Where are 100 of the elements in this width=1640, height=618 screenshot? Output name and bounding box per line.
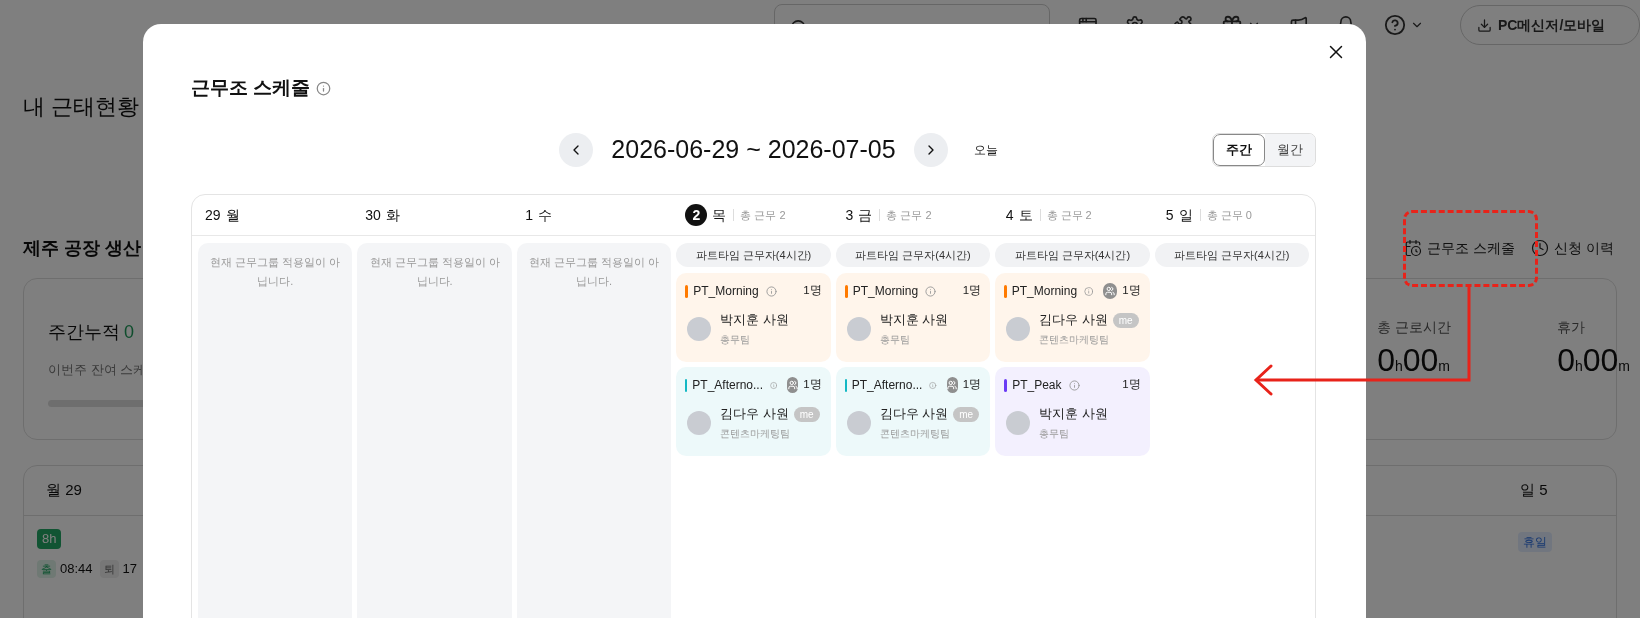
clock-out-badge: 퇴 — [99, 559, 119, 578]
day-date: 1 — [525, 205, 534, 225]
avatar-placeholder — [1006, 316, 1031, 341]
shift-card[interactable]: PT_Afterno... 1명 김다우 사원 me 콘텐츠마케팅팀 — [835, 367, 991, 456]
member-count: 1명 — [803, 283, 822, 299]
avatar-placeholder — [687, 410, 712, 435]
me-badge: me — [793, 406, 820, 422]
download-icon — [1477, 17, 1492, 33]
calendar-clock-icon — [1404, 239, 1423, 257]
group-pill: 파트타임 근무자(4시간) — [1154, 243, 1309, 267]
member-name: 김다우 사원 — [879, 406, 949, 423]
section-title: 제주 공장 생산 — [23, 236, 141, 260]
weekly-value: 0 — [124, 321, 134, 344]
total-shifts: 총 근무 0 — [1199, 209, 1252, 221]
info-icon[interactable] — [925, 285, 937, 297]
member-team: 총무팀 — [879, 332, 911, 347]
view-tab[interactable]: 월간 — [1265, 133, 1315, 166]
day-label: 일 5 — [1520, 481, 1548, 499]
avatar-placeholder — [846, 410, 871, 435]
shift-name: PT_Morning — [693, 283, 759, 300]
member-name: 김다우 사원 — [720, 406, 789, 423]
shift-card[interactable]: PT_Afterno... 1명 김다우 사원 me 콘텐츠마케팅팀 — [676, 367, 831, 456]
date-range: 2026-06-29 ~ 2026-07-05 — [611, 134, 896, 165]
day-date: 3 — [845, 205, 854, 225]
member-name: 김다우 사원 — [1039, 312, 1108, 329]
member-name: 박지훈 사원 — [720, 312, 789, 329]
weekday: 수 — [538, 205, 553, 225]
page-title: 내 근태현황 — [23, 94, 141, 120]
weekday: 월 — [225, 205, 240, 225]
hours-value: 0h00m — [1557, 341, 1630, 380]
shift-card[interactable]: PT_Peak 1명 박지훈 사원 총무팀 — [995, 367, 1150, 456]
info-icon[interactable] — [770, 379, 778, 391]
hours-badge: 8h — [37, 529, 62, 549]
shift-name: PT_Afterno... — [851, 377, 923, 394]
day-date: 29 — [205, 205, 221, 225]
shift-name: PT_Peak — [1012, 377, 1062, 394]
holiday-badge: 휴일 — [1518, 532, 1552, 552]
me-badge: me — [1112, 312, 1139, 328]
me-badge: me — [953, 406, 980, 422]
shift-name: PT_Morning — [1011, 283, 1078, 300]
help-icon[interactable] — [1384, 14, 1406, 36]
clock-in-time: 08:44 — [60, 560, 93, 578]
avatar-placeholder — [687, 316, 712, 341]
info-icon[interactable] — [929, 379, 937, 391]
avatar-placeholder — [846, 316, 871, 341]
shift-name: PT_Afterno... — [692, 377, 763, 394]
view-tab[interactable]: 주간 — [1213, 133, 1265, 166]
member-name: 박지훈 사원 — [1039, 406, 1108, 423]
total-shifts: 총 근무 2 — [1039, 209, 1092, 221]
today-date: 2 — [685, 204, 708, 226]
member-name: 박지훈 사원 — [879, 312, 949, 329]
info-icon[interactable] — [316, 80, 332, 96]
group-pill: 파트타임 근무자(4시간) — [835, 243, 991, 267]
member-team: 총무팀 — [720, 332, 752, 347]
info-icon[interactable] — [1068, 379, 1080, 391]
day-date: 5 — [1165, 205, 1174, 225]
inactive-notice: 현재 근무그룹 적용일이 아닙니다. — [209, 255, 342, 289]
total-shifts: 총 근무 2 — [733, 209, 786, 221]
day-date: 30 — [365, 205, 381, 225]
info-icon[interactable] — [765, 285, 777, 297]
group-pill: 파트타임 근무자(4시간) — [995, 243, 1150, 267]
member-count: 1명 — [962, 377, 982, 393]
clock-in-badge: 출 — [37, 559, 56, 578]
shift-card[interactable]: PT_Morning 1명 박지훈 사원 총무팀 — [835, 273, 991, 362]
next-week-button[interactable] — [913, 132, 948, 167]
weekday: 목 — [712, 205, 727, 225]
weekly-label: 주간누적 — [48, 321, 120, 344]
hours-value: 0h00m — [1377, 341, 1450, 380]
weekday: 일 — [1178, 205, 1193, 225]
member-count: 1명 — [1122, 283, 1141, 299]
action-button[interactable]: 근무조 스케줄 — [1404, 237, 1516, 259]
member-team: 콘텐츠마케팅팀 — [720, 426, 792, 441]
weekday: 금 — [858, 205, 873, 225]
stat-label: 총 근로시간 — [1377, 318, 1453, 337]
inactive-notice: 현재 근무그룹 적용일이 아닙니다. — [527, 255, 661, 289]
clock-out-time: 17 — [122, 560, 137, 578]
today-button[interactable]: 오늘 — [973, 140, 998, 159]
total-shifts: 총 근무 2 — [879, 209, 932, 221]
inactive-notice: 현재 근무그룹 적용일이 아닙니다. — [368, 255, 501, 289]
member-team: 총무팀 — [1039, 426, 1071, 441]
member-team: 콘텐츠마케팅팀 — [1039, 332, 1111, 347]
member-count: 1명 — [962, 283, 982, 299]
avatar-placeholder — [1006, 410, 1031, 435]
stat-label: 휴가 — [1557, 318, 1587, 337]
shift-card[interactable]: PT_Morning 1명 김다우 사원 me 콘텐츠마케팅팀 — [995, 273, 1150, 362]
clock-icon — [1531, 239, 1550, 257]
day-date: 4 — [1005, 205, 1014, 225]
group-pill: 파트타임 근무자(4시간) — [676, 243, 831, 267]
shift-card[interactable]: PT_Morning 1명 박지훈 사원 총무팀 — [676, 273, 831, 362]
member-count: 1명 — [803, 377, 822, 393]
dialog-title: 근무조 스케줄 — [191, 75, 311, 100]
action-button[interactable]: 신청 이력 — [1531, 237, 1614, 259]
member-team: 콘텐츠마케팅팀 — [879, 426, 951, 441]
weekday: 화 — [385, 205, 400, 225]
info-icon[interactable] — [1084, 285, 1094, 297]
day-label: 월 29 — [46, 480, 82, 501]
previous-week-button[interactable] — [559, 132, 594, 167]
shift-name: PT_Morning — [852, 283, 919, 300]
weekday: 토 — [1018, 205, 1033, 225]
member-count: 1명 — [1122, 377, 1141, 393]
